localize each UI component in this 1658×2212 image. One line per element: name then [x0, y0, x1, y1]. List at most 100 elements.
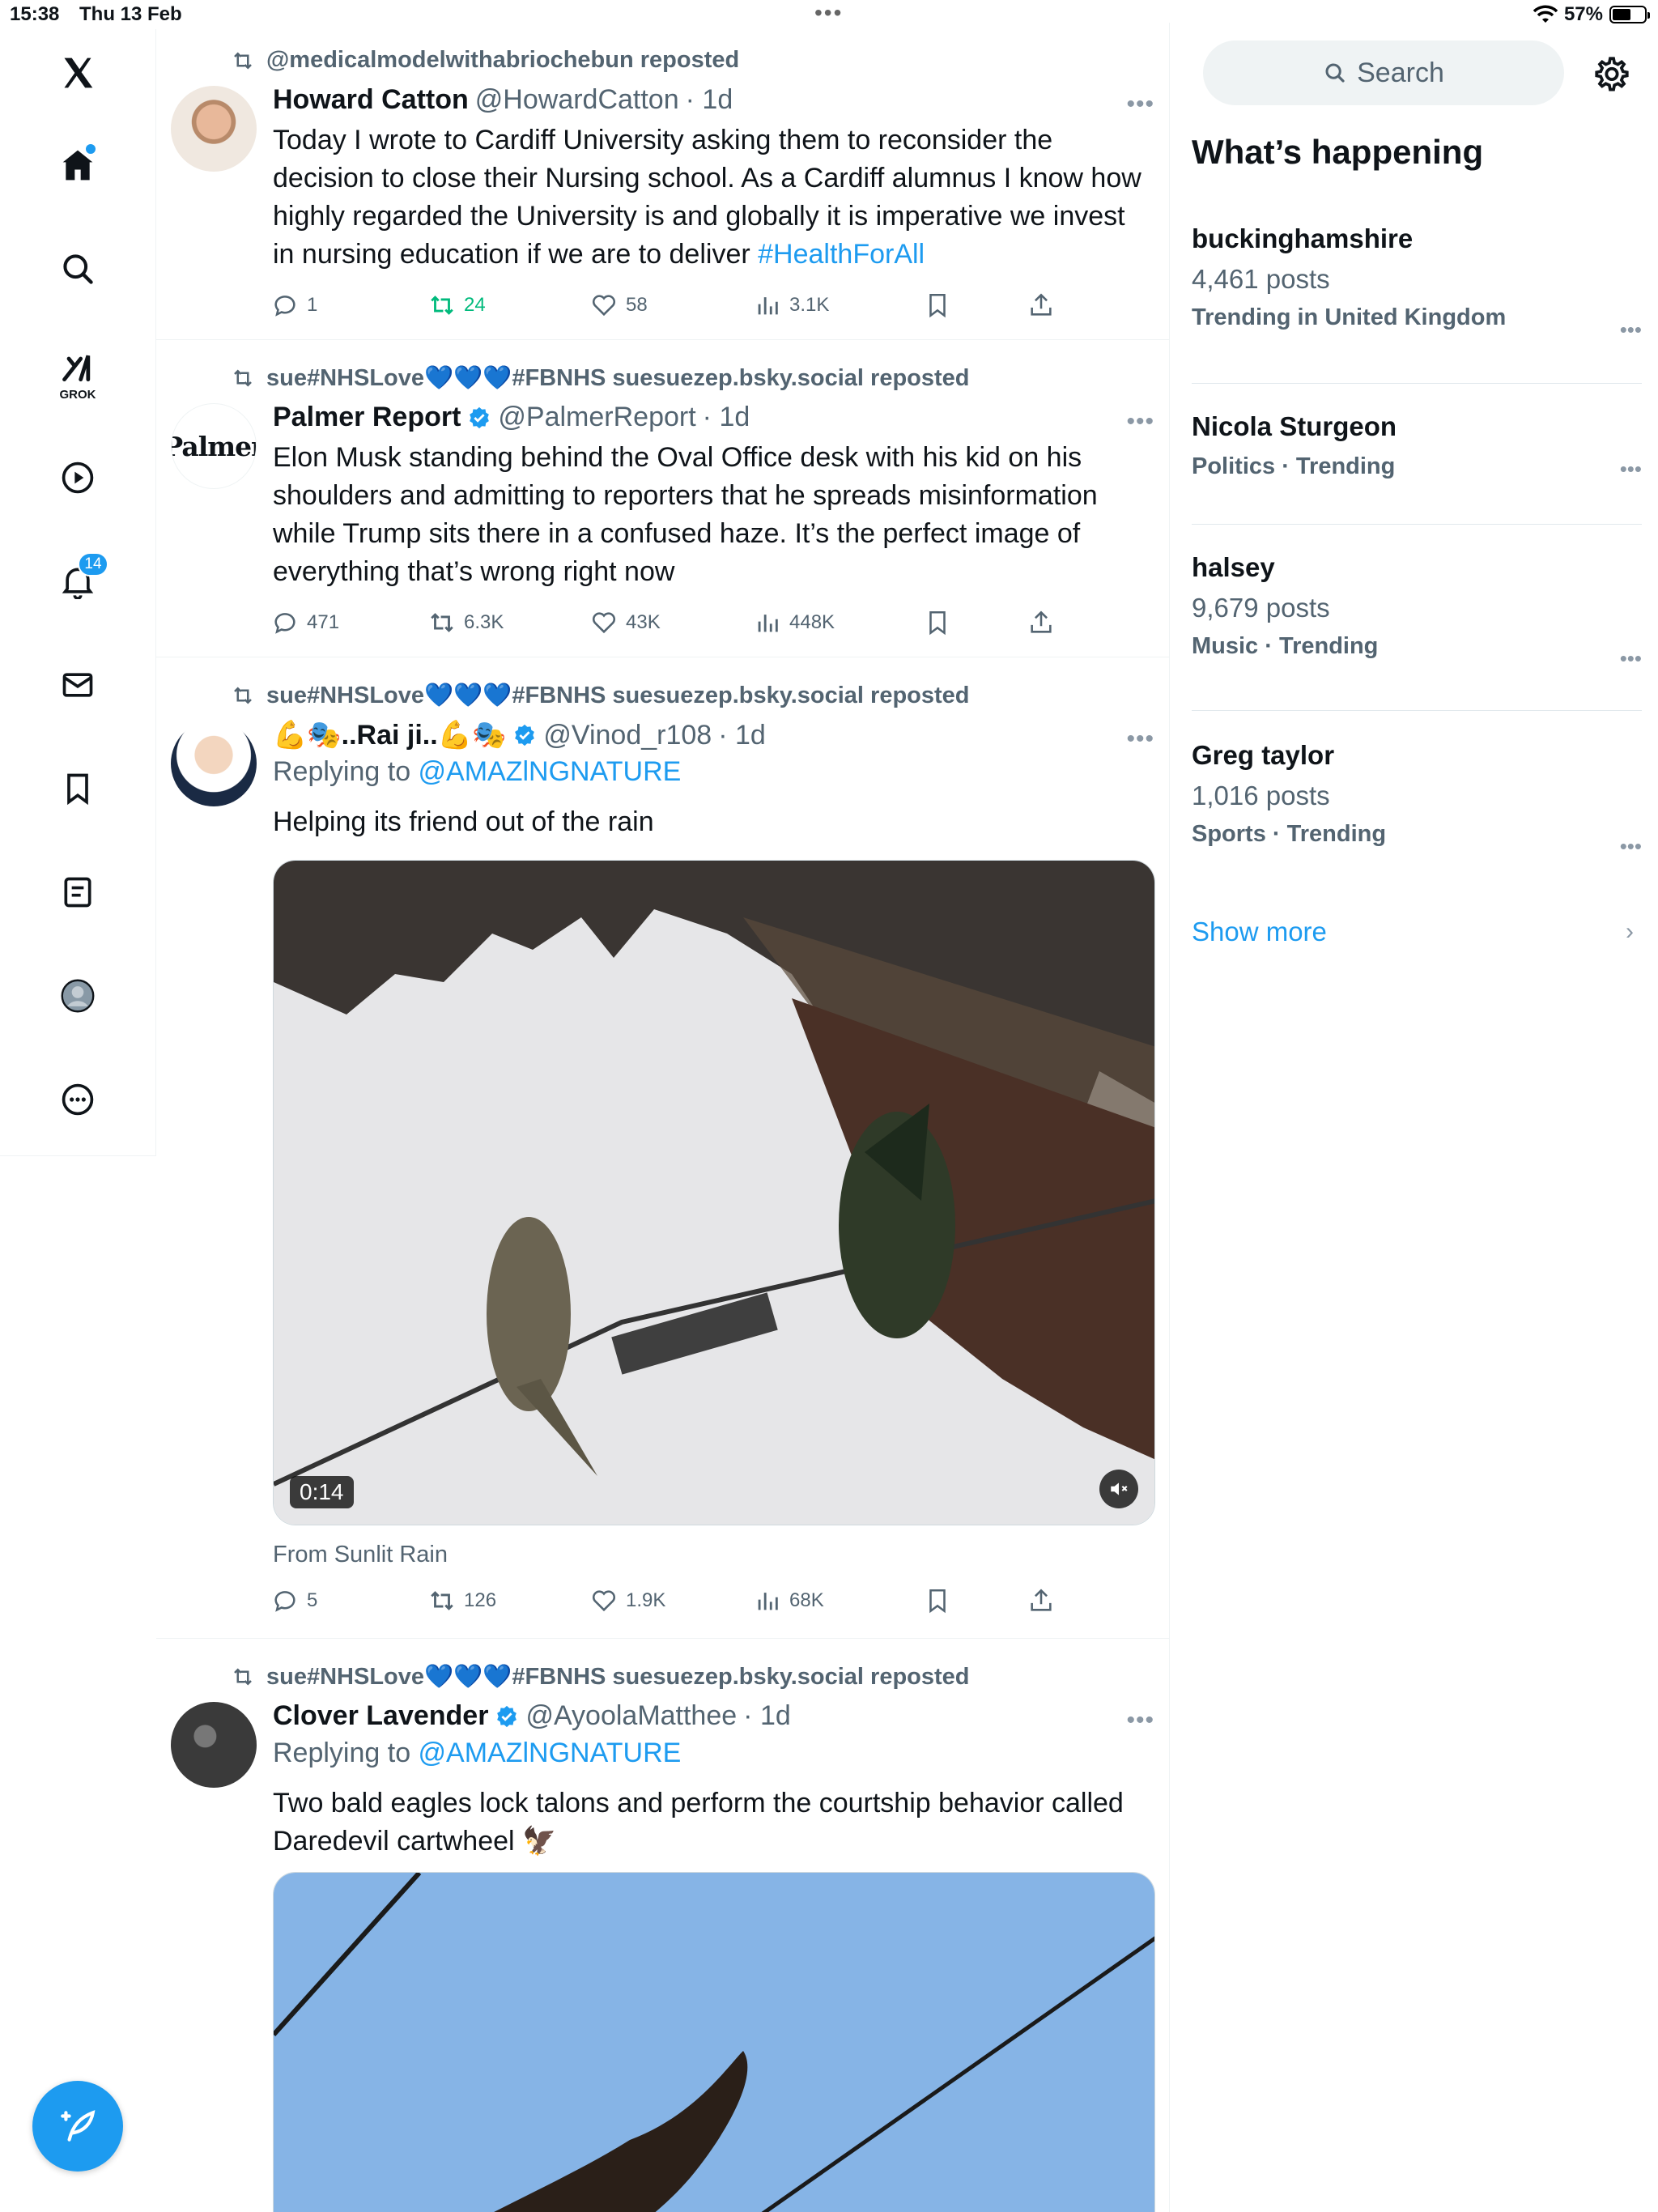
author-handle[interactable]: @Vinod_r108	[543, 720, 712, 751]
repost-by[interactable]: @medicalmodelwithabriochebun reposted	[266, 47, 739, 74]
avatar[interactable]	[171, 721, 257, 806]
author-handle[interactable]: @AyoolaMatthee	[525, 1700, 737, 1732]
replying-to-link[interactable]: @AMAZlNGNATURE	[419, 756, 682, 787]
compose-post-button[interactable]	[32, 2081, 123, 2172]
lists-icon[interactable]	[45, 860, 110, 925]
more-menu-icon[interactable]: •••	[1126, 91, 1154, 118]
bookmark-icon	[929, 610, 946, 636]
post-image[interactable]: ta2	[273, 1872, 1155, 2212]
chevron-right-icon: ›	[1626, 918, 1634, 945]
more-menu-icon[interactable]: •••	[1620, 457, 1642, 482]
repost-by[interactable]: sue#NHSLove💙💙💙#FBNHS suesuezep.bsky.soci…	[266, 1663, 970, 1691]
trend-meta: Trending in United Kingdom	[1192, 304, 1507, 330]
trend-item[interactable]: buckinghamshire 4,461 posts Trending in …	[1192, 223, 1642, 384]
author-name[interactable]: Clover Lavender	[273, 1700, 488, 1732]
video-player[interactable]: 0:14	[273, 860, 1155, 1525]
views-button[interactable]: 448K	[754, 609, 835, 636]
repost-by[interactable]: sue#NHSLove💙💙💙#FBNHS suesuezep.bsky.soci…	[266, 364, 970, 392]
hashtag-link[interactable]: #HealthForAll	[758, 239, 925, 270]
reply-button[interactable]: 1	[271, 291, 317, 319]
messages-mail-icon[interactable]	[45, 653, 110, 717]
video-source[interactable]: From Sunlit Rain	[273, 1542, 448, 1568]
repost-button[interactable]: 6.3K	[428, 609, 504, 636]
whats-happening-title: What’s happening	[1192, 133, 1484, 171]
like-button[interactable]: 58	[590, 291, 648, 319]
tweet-header: 💪🎭..Rai ji..💪🎭 @Vinod_r108 · 1d	[273, 719, 766, 751]
avatar[interactable]	[171, 86, 257, 172]
reply-button[interactable]: 471	[271, 609, 339, 636]
notifications-badge: 14	[78, 552, 108, 576]
grok-icon[interactable]: GROK	[45, 342, 110, 406]
bookmark-button[interactable]	[924, 291, 951, 319]
mute-button[interactable]	[1099, 1470, 1138, 1508]
trend-item[interactable]: Nicola Sturgeon Politics · Trending •••	[1192, 411, 1642, 525]
share-button[interactable]	[1027, 291, 1055, 319]
more-options-icon[interactable]	[45, 1067, 110, 1132]
bookmark-button[interactable]	[924, 1587, 951, 1614]
author-name[interactable]: Palmer Report	[273, 402, 461, 433]
tweet-header: Clover Lavender @AyoolaMatthee · 1d	[273, 1700, 791, 1732]
video-play-icon[interactable]	[45, 445, 110, 510]
views-button[interactable]: 68K	[754, 1587, 824, 1614]
home-unread-dot	[86, 144, 96, 154]
tweet[interactable]: sue#NHSLove💙💙💙#FBNHS suesuezep.bsky.soci…	[156, 657, 1169, 1639]
profile-avatar-icon[interactable]	[45, 963, 110, 1028]
post-time[interactable]: · 1d	[703, 402, 750, 433]
share-button[interactable]	[1027, 1587, 1055, 1614]
tweet[interactable]: sue#NHSLove💙💙💙#FBNHS suesuezep.bsky.soci…	[156, 340, 1169, 657]
post-time[interactable]: · 1d	[743, 1700, 791, 1732]
more-menu-icon[interactable]: •••	[1620, 317, 1642, 342]
heart-icon	[592, 295, 616, 317]
show-more-link[interactable]: Show more	[1192, 917, 1327, 947]
author-name[interactable]: 💪🎭..Rai ji..💪🎭	[273, 719, 506, 751]
post-time[interactable]: · 1d	[718, 720, 766, 751]
views-chart-icon	[758, 615, 778, 632]
trend-item[interactable]: halsey 9,679 posts Music · Trending •••	[1192, 552, 1642, 711]
trend-name: Greg taylor	[1192, 740, 1335, 770]
settings-gear-icon[interactable]	[1592, 53, 1632, 94]
reply-button[interactable]: 5	[271, 1587, 317, 1614]
more-menu-icon[interactable]: •••	[1620, 834, 1642, 859]
replying-to-link[interactable]: @AMAZlNGNATURE	[419, 1738, 682, 1768]
video-duration: 0:14	[290, 1476, 354, 1508]
view-count: 3.1K	[789, 294, 830, 316]
reply-count: 5	[307, 1589, 318, 1611]
post-time[interactable]: · 1d	[686, 84, 733, 116]
more-menu-icon[interactable]: •••	[1620, 646, 1642, 671]
repost-button[interactable]: 126	[428, 1587, 496, 1614]
battery-icon	[1609, 6, 1650, 23]
share-icon	[1031, 293, 1052, 316]
avatar[interactable]	[171, 1702, 257, 1788]
home-icon[interactable]	[45, 133, 110, 198]
left-navigation: GROK 14	[0, 29, 156, 1156]
repost-count: 126	[464, 1589, 497, 1611]
repost-by[interactable]: sue#NHSLove💙💙💙#FBNHS suesuezep.bsky.soci…	[266, 682, 970, 709]
repost-indicator: @medicalmodelwithabriochebun reposted	[229, 47, 739, 74]
avatar[interactable]: Palmer	[171, 403, 257, 489]
repost-icon	[431, 1591, 453, 1610]
tweet[interactable]: sue#NHSLove💙💙💙#FBNHS suesuezep.bsky.soci…	[156, 1639, 1169, 2212]
search-input[interactable]: Search	[1203, 40, 1564, 105]
x-logo-icon[interactable]	[45, 40, 110, 105]
more-menu-icon[interactable]: •••	[1126, 408, 1154, 436]
action-bar: 5 126 1.9K 68K	[271, 1587, 1065, 1619]
tweet-text: Helping its friend out of the rain	[273, 806, 654, 837]
tweet[interactable]: @medicalmodelwithabriochebun reposted Ho…	[156, 23, 1169, 340]
explore-search-icon[interactable]	[45, 236, 110, 301]
like-button[interactable]: 1.9K	[590, 1587, 665, 1614]
bookmarks-icon[interactable]	[45, 756, 110, 821]
more-menu-icon[interactable]: •••	[1126, 1707, 1154, 1734]
author-name[interactable]: Howard Catton	[273, 84, 469, 116]
repost-icon	[431, 296, 453, 315]
like-button[interactable]: 43K	[590, 609, 661, 636]
repost-button[interactable]: 24	[428, 291, 486, 319]
replying-label: Replying to	[273, 1738, 419, 1768]
bookmark-button[interactable]	[924, 609, 951, 636]
views-button[interactable]: 3.1K	[754, 291, 829, 319]
share-button[interactable]	[1027, 609, 1055, 636]
notifications-bell-icon[interactable]: 14	[45, 549, 110, 614]
author-handle[interactable]: @PalmerReport	[498, 402, 695, 433]
author-handle[interactable]: @HowardCatton	[475, 84, 679, 116]
more-menu-icon[interactable]: •••	[1126, 725, 1154, 753]
trend-item[interactable]: Greg taylor 1,016 posts Sports · Trendin…	[1192, 740, 1642, 886]
